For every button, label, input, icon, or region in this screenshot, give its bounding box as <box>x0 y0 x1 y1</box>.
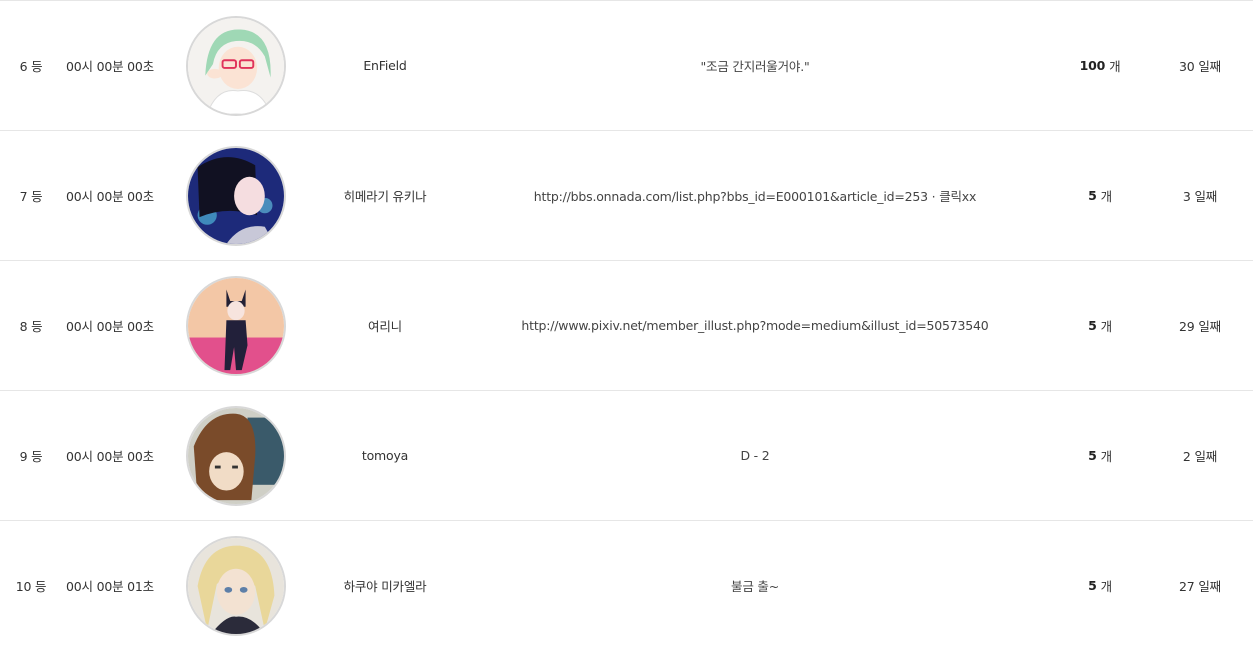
time-cell: 00시 00분 01초 <box>66 579 154 594</box>
count-number: 5 <box>1088 318 1097 333</box>
count-unit: 개 <box>1100 319 1113 334</box>
nickname-cell[interactable]: tomoya <box>300 391 470 520</box>
count-unit: 개 <box>1100 189 1113 204</box>
anime-boy-blonde-hair-avatar-icon[interactable] <box>186 535 286 636</box>
time-cell: 00시 00분 00초 <box>66 59 154 74</box>
rank-cell: 9 등 <box>19 449 43 464</box>
message-cell: "조금 간지러울거야." <box>700 59 810 74</box>
count-number: 5 <box>1088 448 1097 463</box>
count-number: 5 <box>1088 188 1097 203</box>
days-cell: 30 일째 <box>1179 59 1221 74</box>
avatar-cell <box>180 1 292 130</box>
count-number: 5 <box>1088 578 1097 593</box>
nickname-cell[interactable]: 히메라기 유키나 <box>300 131 470 260</box>
nickname-cell[interactable]: EnField <box>300 1 470 130</box>
rank-cell: 10 등 <box>15 579 47 594</box>
message-cell: http://www.pixiv.net/member_illust.php?m… <box>521 318 989 333</box>
avatar-cell <box>180 391 292 520</box>
table-row: 7 등 00시 00분 00초 히메라기 유키나 http://bbs.onna… <box>0 130 1253 260</box>
count-unit: 개 <box>1109 59 1121 74</box>
table-row: 6 등 00시 00분 00초 EnField "조금 간지러울거야." 100… <box>0 0 1253 130</box>
time-cell: 00시 00분 00초 <box>66 319 154 334</box>
rank-cell: 8 등 <box>19 319 43 334</box>
count-cell: 5 개 <box>1050 131 1150 260</box>
nickname-cell[interactable]: 하쿠야 미카엘라 <box>300 521 470 650</box>
message-cell: 불금 출~ <box>731 579 779 594</box>
attendance-ranking-table: 6 등 00시 00분 00초 EnField "조금 간지러울거야." 100… <box>0 0 1253 650</box>
count-cell: 5 개 <box>1050 391 1150 520</box>
message-cell: D - 2 <box>740 448 770 463</box>
table-row: 9 등 00시 00분 00초 tomoya D - 2 5 개 2 일째 <box>0 390 1253 520</box>
avatar-cell <box>180 521 292 650</box>
days-cell: 27 일째 <box>1179 579 1221 594</box>
count-cell: 5 개 <box>1050 261 1150 390</box>
time-cell: 00시 00분 00초 <box>66 449 154 464</box>
table-row: 10 등 00시 00분 01초 하쿠야 미카엘라 불금 출~ 5 개 27 일… <box>0 520 1253 650</box>
time-cell: 00시 00분 00초 <box>66 189 154 204</box>
rank-cell: 7 등 <box>19 189 43 204</box>
days-cell: 2 일째 <box>1182 449 1218 464</box>
count-number: 100 <box>1079 58 1106 73</box>
table-row: 8 등 00시 00분 00초 여리니 http://www.pixiv.net… <box>0 260 1253 390</box>
anime-catgirl-pink-background-avatar-icon[interactable] <box>186 275 286 376</box>
anime-girl-brown-hair-avatar-icon[interactable] <box>186 405 286 506</box>
count-unit: 개 <box>1100 579 1113 594</box>
avatar-cell <box>180 261 292 390</box>
days-cell: 29 일째 <box>1179 319 1221 334</box>
anime-girl-green-hair-glasses-avatar-icon[interactable] <box>186 15 286 116</box>
count-cell: 100 개 <box>1050 1 1150 130</box>
days-cell: 3 일째 <box>1182 189 1218 204</box>
count-unit: 개 <box>1100 449 1113 464</box>
count-cell: 5 개 <box>1050 521 1150 650</box>
nickname-cell[interactable]: 여리니 <box>300 261 470 390</box>
anime-girl-dark-hair-night-avatar-icon[interactable] <box>186 145 286 246</box>
avatar-cell <box>180 131 292 260</box>
message-cell: http://bbs.onnada.com/list.php?bbs_id=E0… <box>533 189 977 204</box>
rank-cell: 6 등 <box>19 59 43 74</box>
